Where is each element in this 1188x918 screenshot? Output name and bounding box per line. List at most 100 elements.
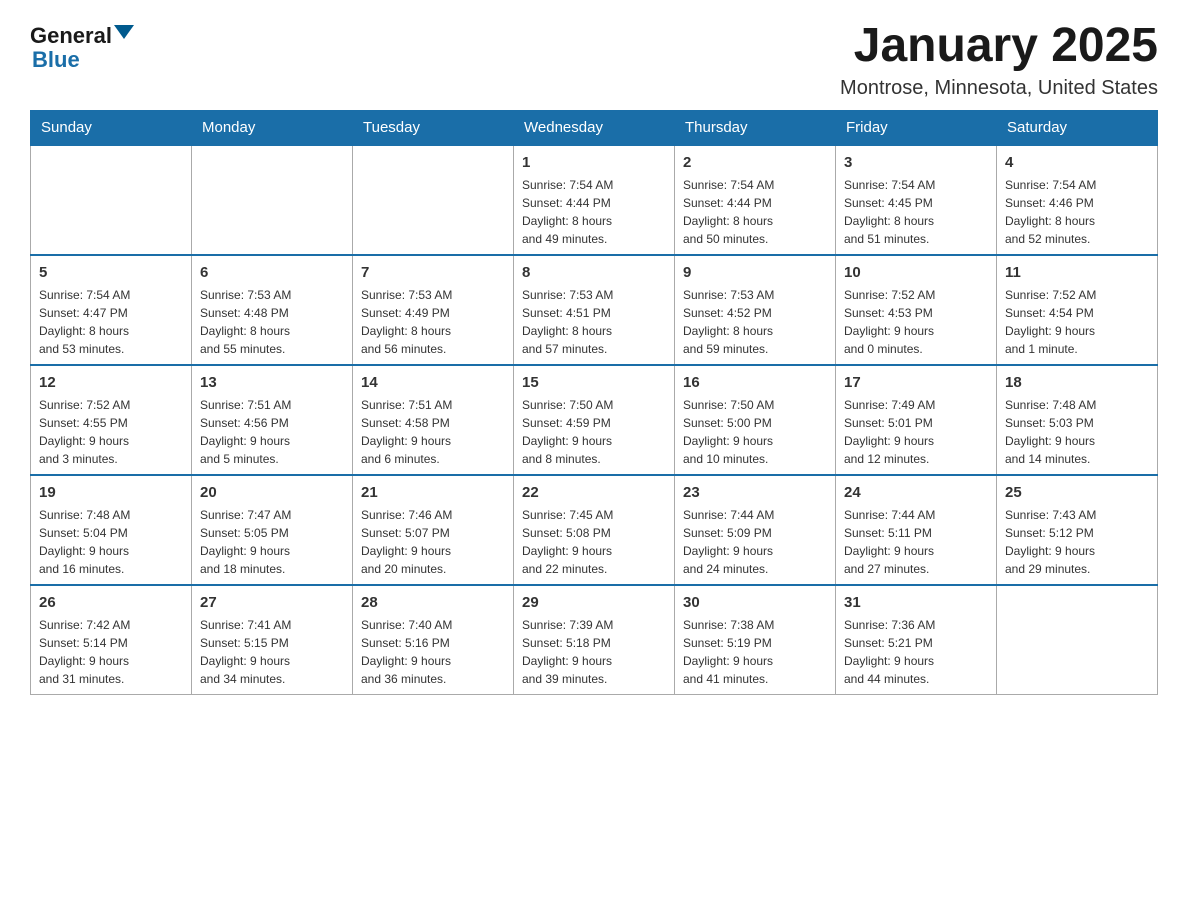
day-info: Sunrise: 7:52 AM Sunset: 4:55 PM Dayligh… [39, 396, 183, 468]
logo: General Blue [30, 20, 134, 72]
day-info: Sunrise: 7:51 AM Sunset: 4:58 PM Dayligh… [361, 396, 505, 468]
day-number: 27 [200, 592, 344, 614]
day-number: 4 [1005, 152, 1149, 174]
calendar-cell: 12Sunrise: 7:52 AM Sunset: 4:55 PM Dayli… [31, 365, 192, 475]
calendar-cell: 5Sunrise: 7:54 AM Sunset: 4:47 PM Daylig… [31, 255, 192, 365]
day-number: 20 [200, 482, 344, 504]
day-of-week-header: Wednesday [514, 110, 675, 145]
day-info: Sunrise: 7:50 AM Sunset: 5:00 PM Dayligh… [683, 396, 827, 468]
calendar-table: SundayMondayTuesdayWednesdayThursdayFrid… [30, 110, 1158, 696]
day-info: Sunrise: 7:52 AM Sunset: 4:53 PM Dayligh… [844, 286, 988, 358]
month-title: January 2025 [840, 20, 1158, 73]
day-number: 6 [200, 262, 344, 284]
day-of-week-header: Thursday [675, 110, 836, 145]
day-info: Sunrise: 7:54 AM Sunset: 4:45 PM Dayligh… [844, 176, 988, 248]
day-info: Sunrise: 7:53 AM Sunset: 4:49 PM Dayligh… [361, 286, 505, 358]
calendar-cell: 19Sunrise: 7:48 AM Sunset: 5:04 PM Dayli… [31, 475, 192, 585]
day-info: Sunrise: 7:42 AM Sunset: 5:14 PM Dayligh… [39, 616, 183, 688]
day-of-week-header: Tuesday [353, 110, 514, 145]
day-number: 31 [844, 592, 988, 614]
day-number: 5 [39, 262, 183, 284]
calendar-cell: 13Sunrise: 7:51 AM Sunset: 4:56 PM Dayli… [192, 365, 353, 475]
day-of-week-header: Sunday [31, 110, 192, 145]
day-info: Sunrise: 7:54 AM Sunset: 4:44 PM Dayligh… [683, 176, 827, 248]
calendar-cell: 15Sunrise: 7:50 AM Sunset: 4:59 PM Dayli… [514, 365, 675, 475]
calendar-cell: 28Sunrise: 7:40 AM Sunset: 5:16 PM Dayli… [353, 585, 514, 695]
calendar-week-row: 26Sunrise: 7:42 AM Sunset: 5:14 PM Dayli… [31, 585, 1158, 695]
day-number: 21 [361, 482, 505, 504]
calendar-week-row: 1Sunrise: 7:54 AM Sunset: 4:44 PM Daylig… [31, 145, 1158, 255]
calendar-cell: 10Sunrise: 7:52 AM Sunset: 4:53 PM Dayli… [836, 255, 997, 365]
day-number: 28 [361, 592, 505, 614]
day-number: 7 [361, 262, 505, 284]
day-number: 29 [522, 592, 666, 614]
calendar-cell: 24Sunrise: 7:44 AM Sunset: 5:11 PM Dayli… [836, 475, 997, 585]
day-info: Sunrise: 7:38 AM Sunset: 5:19 PM Dayligh… [683, 616, 827, 688]
day-number: 22 [522, 482, 666, 504]
calendar-cell: 29Sunrise: 7:39 AM Sunset: 5:18 PM Dayli… [514, 585, 675, 695]
calendar-cell: 30Sunrise: 7:38 AM Sunset: 5:19 PM Dayli… [675, 585, 836, 695]
day-number: 24 [844, 482, 988, 504]
calendar-cell [353, 145, 514, 255]
calendar-cell: 14Sunrise: 7:51 AM Sunset: 4:58 PM Dayli… [353, 365, 514, 475]
calendar-cell: 27Sunrise: 7:41 AM Sunset: 5:15 PM Dayli… [192, 585, 353, 695]
day-number: 17 [844, 372, 988, 394]
day-number: 3 [844, 152, 988, 174]
day-info: Sunrise: 7:48 AM Sunset: 5:04 PM Dayligh… [39, 506, 183, 578]
calendar-cell: 4Sunrise: 7:54 AM Sunset: 4:46 PM Daylig… [997, 145, 1158, 255]
day-info: Sunrise: 7:54 AM Sunset: 4:47 PM Dayligh… [39, 286, 183, 358]
day-info: Sunrise: 7:54 AM Sunset: 4:46 PM Dayligh… [1005, 176, 1149, 248]
calendar-cell: 22Sunrise: 7:45 AM Sunset: 5:08 PM Dayli… [514, 475, 675, 585]
day-info: Sunrise: 7:47 AM Sunset: 5:05 PM Dayligh… [200, 506, 344, 578]
calendar-cell: 9Sunrise: 7:53 AM Sunset: 4:52 PM Daylig… [675, 255, 836, 365]
day-number: 16 [683, 372, 827, 394]
day-of-week-header: Friday [836, 110, 997, 145]
day-number: 10 [844, 262, 988, 284]
calendar-cell: 21Sunrise: 7:46 AM Sunset: 5:07 PM Dayli… [353, 475, 514, 585]
calendar-cell: 3Sunrise: 7:54 AM Sunset: 4:45 PM Daylig… [836, 145, 997, 255]
day-of-week-header: Saturday [997, 110, 1158, 145]
calendar-cell: 18Sunrise: 7:48 AM Sunset: 5:03 PM Dayli… [997, 365, 1158, 475]
calendar-cell: 23Sunrise: 7:44 AM Sunset: 5:09 PM Dayli… [675, 475, 836, 585]
day-info: Sunrise: 7:41 AM Sunset: 5:15 PM Dayligh… [200, 616, 344, 688]
day-info: Sunrise: 7:53 AM Sunset: 4:52 PM Dayligh… [683, 286, 827, 358]
day-info: Sunrise: 7:49 AM Sunset: 5:01 PM Dayligh… [844, 396, 988, 468]
day-number: 1 [522, 152, 666, 174]
calendar-week-row: 19Sunrise: 7:48 AM Sunset: 5:04 PM Dayli… [31, 475, 1158, 585]
calendar-cell [31, 145, 192, 255]
day-number: 13 [200, 372, 344, 394]
day-info: Sunrise: 7:36 AM Sunset: 5:21 PM Dayligh… [844, 616, 988, 688]
day-info: Sunrise: 7:44 AM Sunset: 5:09 PM Dayligh… [683, 506, 827, 578]
logo-triangle-icon [114, 25, 134, 39]
day-number: 19 [39, 482, 183, 504]
logo-blue-text: Blue [32, 48, 80, 72]
calendar-cell: 6Sunrise: 7:53 AM Sunset: 4:48 PM Daylig… [192, 255, 353, 365]
day-info: Sunrise: 7:53 AM Sunset: 4:48 PM Dayligh… [200, 286, 344, 358]
calendar-cell: 11Sunrise: 7:52 AM Sunset: 4:54 PM Dayli… [997, 255, 1158, 365]
day-info: Sunrise: 7:51 AM Sunset: 4:56 PM Dayligh… [200, 396, 344, 468]
day-number: 2 [683, 152, 827, 174]
location-subtitle: Montrose, Minnesota, United States [840, 77, 1158, 100]
day-number: 26 [39, 592, 183, 614]
calendar-cell [997, 585, 1158, 695]
calendar-cell: 1Sunrise: 7:54 AM Sunset: 4:44 PM Daylig… [514, 145, 675, 255]
page-header: General Blue January 2025 Montrose, Minn… [30, 20, 1158, 100]
day-info: Sunrise: 7:40 AM Sunset: 5:16 PM Dayligh… [361, 616, 505, 688]
day-number: 11 [1005, 262, 1149, 284]
calendar-cell [192, 145, 353, 255]
day-info: Sunrise: 7:52 AM Sunset: 4:54 PM Dayligh… [1005, 286, 1149, 358]
day-info: Sunrise: 7:43 AM Sunset: 5:12 PM Dayligh… [1005, 506, 1149, 578]
day-of-week-header: Monday [192, 110, 353, 145]
calendar-header-row: SundayMondayTuesdayWednesdayThursdayFrid… [31, 110, 1158, 145]
day-info: Sunrise: 7:46 AM Sunset: 5:07 PM Dayligh… [361, 506, 505, 578]
title-area: January 2025 Montrose, Minnesota, United… [840, 20, 1158, 100]
day-number: 9 [683, 262, 827, 284]
day-info: Sunrise: 7:53 AM Sunset: 4:51 PM Dayligh… [522, 286, 666, 358]
calendar-cell: 8Sunrise: 7:53 AM Sunset: 4:51 PM Daylig… [514, 255, 675, 365]
day-number: 8 [522, 262, 666, 284]
day-info: Sunrise: 7:54 AM Sunset: 4:44 PM Dayligh… [522, 176, 666, 248]
day-number: 23 [683, 482, 827, 504]
calendar-cell: 2Sunrise: 7:54 AM Sunset: 4:44 PM Daylig… [675, 145, 836, 255]
logo-general-text: General [30, 24, 112, 48]
day-info: Sunrise: 7:48 AM Sunset: 5:03 PM Dayligh… [1005, 396, 1149, 468]
